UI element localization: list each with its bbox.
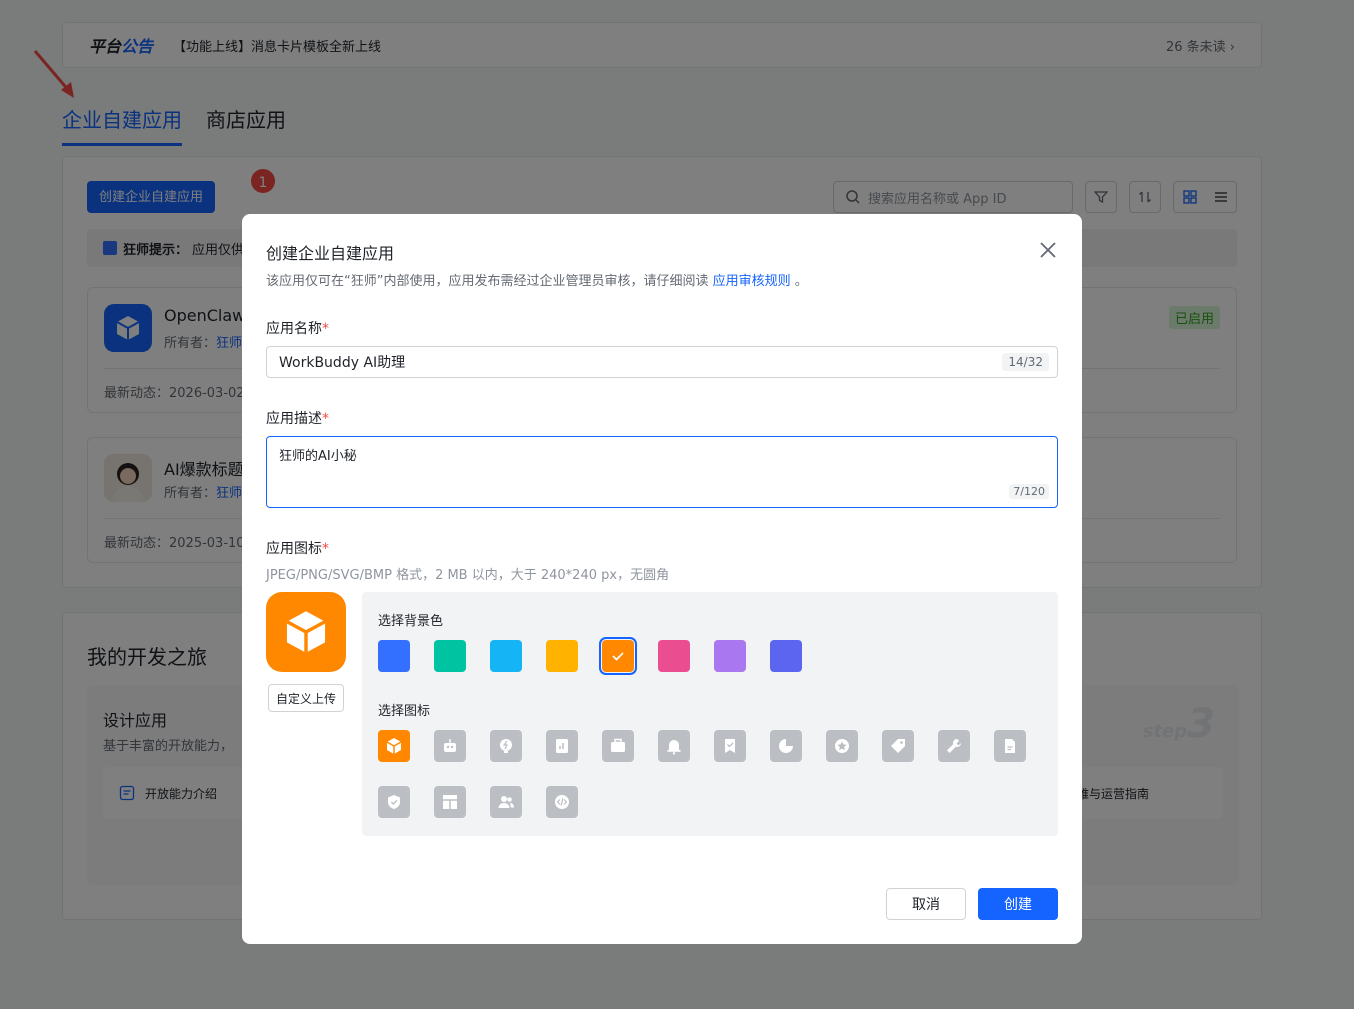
color-swatch[interactable]: [658, 640, 690, 672]
wrench-icon[interactable]: [938, 730, 970, 762]
close-icon[interactable]: [1036, 238, 1060, 262]
check-icon: [612, 652, 624, 661]
char-counter: 7/120: [1009, 484, 1049, 499]
cube-icon: [286, 611, 326, 653]
dialog-title: 创建企业自建应用: [266, 244, 395, 263]
color-swatch[interactable]: [770, 640, 802, 672]
bell-icon[interactable]: [658, 730, 690, 762]
create-button[interactable]: 创建: [978, 888, 1058, 920]
app-name-label: 应用名称*: [266, 321, 329, 337]
document-chart-icon[interactable]: [546, 730, 578, 762]
icon-grid: [378, 730, 1038, 818]
robot-icon[interactable]: [434, 730, 466, 762]
code-icon[interactable]: [546, 786, 578, 818]
dialog-subtitle: 该应用仅可在“狂师”内部使用，应用发布需经过企业管理员审核，请仔细阅读 应用审核…: [266, 274, 808, 289]
layout-icon[interactable]: [434, 786, 466, 818]
icon-hint: JPEG/PNG/SVG/BMP 格式，2 MB 以内，大于 240*240 p…: [266, 568, 670, 583]
app-desc-value: 狂师的AI小秘: [279, 449, 357, 464]
bulb-icon[interactable]: [490, 730, 522, 762]
icon-select-label: 选择图标: [378, 704, 431, 719]
briefcase-icon[interactable]: [602, 730, 634, 762]
color-swatch[interactable]: [714, 640, 746, 672]
cube-icon[interactable]: [378, 730, 410, 762]
icon-picker-panel: 选择背景色 选择图标: [362, 592, 1058, 836]
color-swatch[interactable]: [599, 637, 637, 675]
star-badge-icon[interactable]: [826, 730, 858, 762]
tag-icon[interactable]: [882, 730, 914, 762]
app-name-value: WorkBuddy AI助理: [279, 355, 406, 371]
bookmark-check-icon[interactable]: [714, 730, 746, 762]
create-app-dialog: 创建企业自建应用 该应用仅可在“狂师”内部使用，应用发布需经过企业管理员审核，请…: [242, 214, 1082, 944]
color-swatch[interactable]: [490, 640, 522, 672]
bg-color-label: 选择背景色: [378, 614, 444, 629]
cancel-button[interactable]: 取消: [886, 888, 966, 920]
review-rules-link[interactable]: 应用审核规则: [713, 274, 791, 289]
bg-color-swatches: [378, 637, 802, 675]
app-icon-preview: [266, 592, 346, 672]
app-desc-textarea[interactable]: 狂师的AI小秘 7/120: [266, 436, 1058, 508]
char-counter: 14/32: [1002, 353, 1049, 371]
pie-chart-icon[interactable]: [770, 730, 802, 762]
shield-icon[interactable]: [378, 786, 410, 818]
users-icon[interactable]: [490, 786, 522, 818]
color-swatch[interactable]: [546, 640, 578, 672]
file-icon[interactable]: [994, 730, 1026, 762]
app-icon-label: 应用图标*: [266, 541, 329, 557]
app-name-input[interactable]: WorkBuddy AI助理 14/32: [266, 346, 1058, 378]
app-desc-label: 应用描述*: [266, 411, 329, 427]
color-swatch[interactable]: [434, 640, 466, 672]
color-swatch[interactable]: [378, 640, 410, 672]
custom-upload-button[interactable]: 自定义上传: [268, 684, 344, 712]
